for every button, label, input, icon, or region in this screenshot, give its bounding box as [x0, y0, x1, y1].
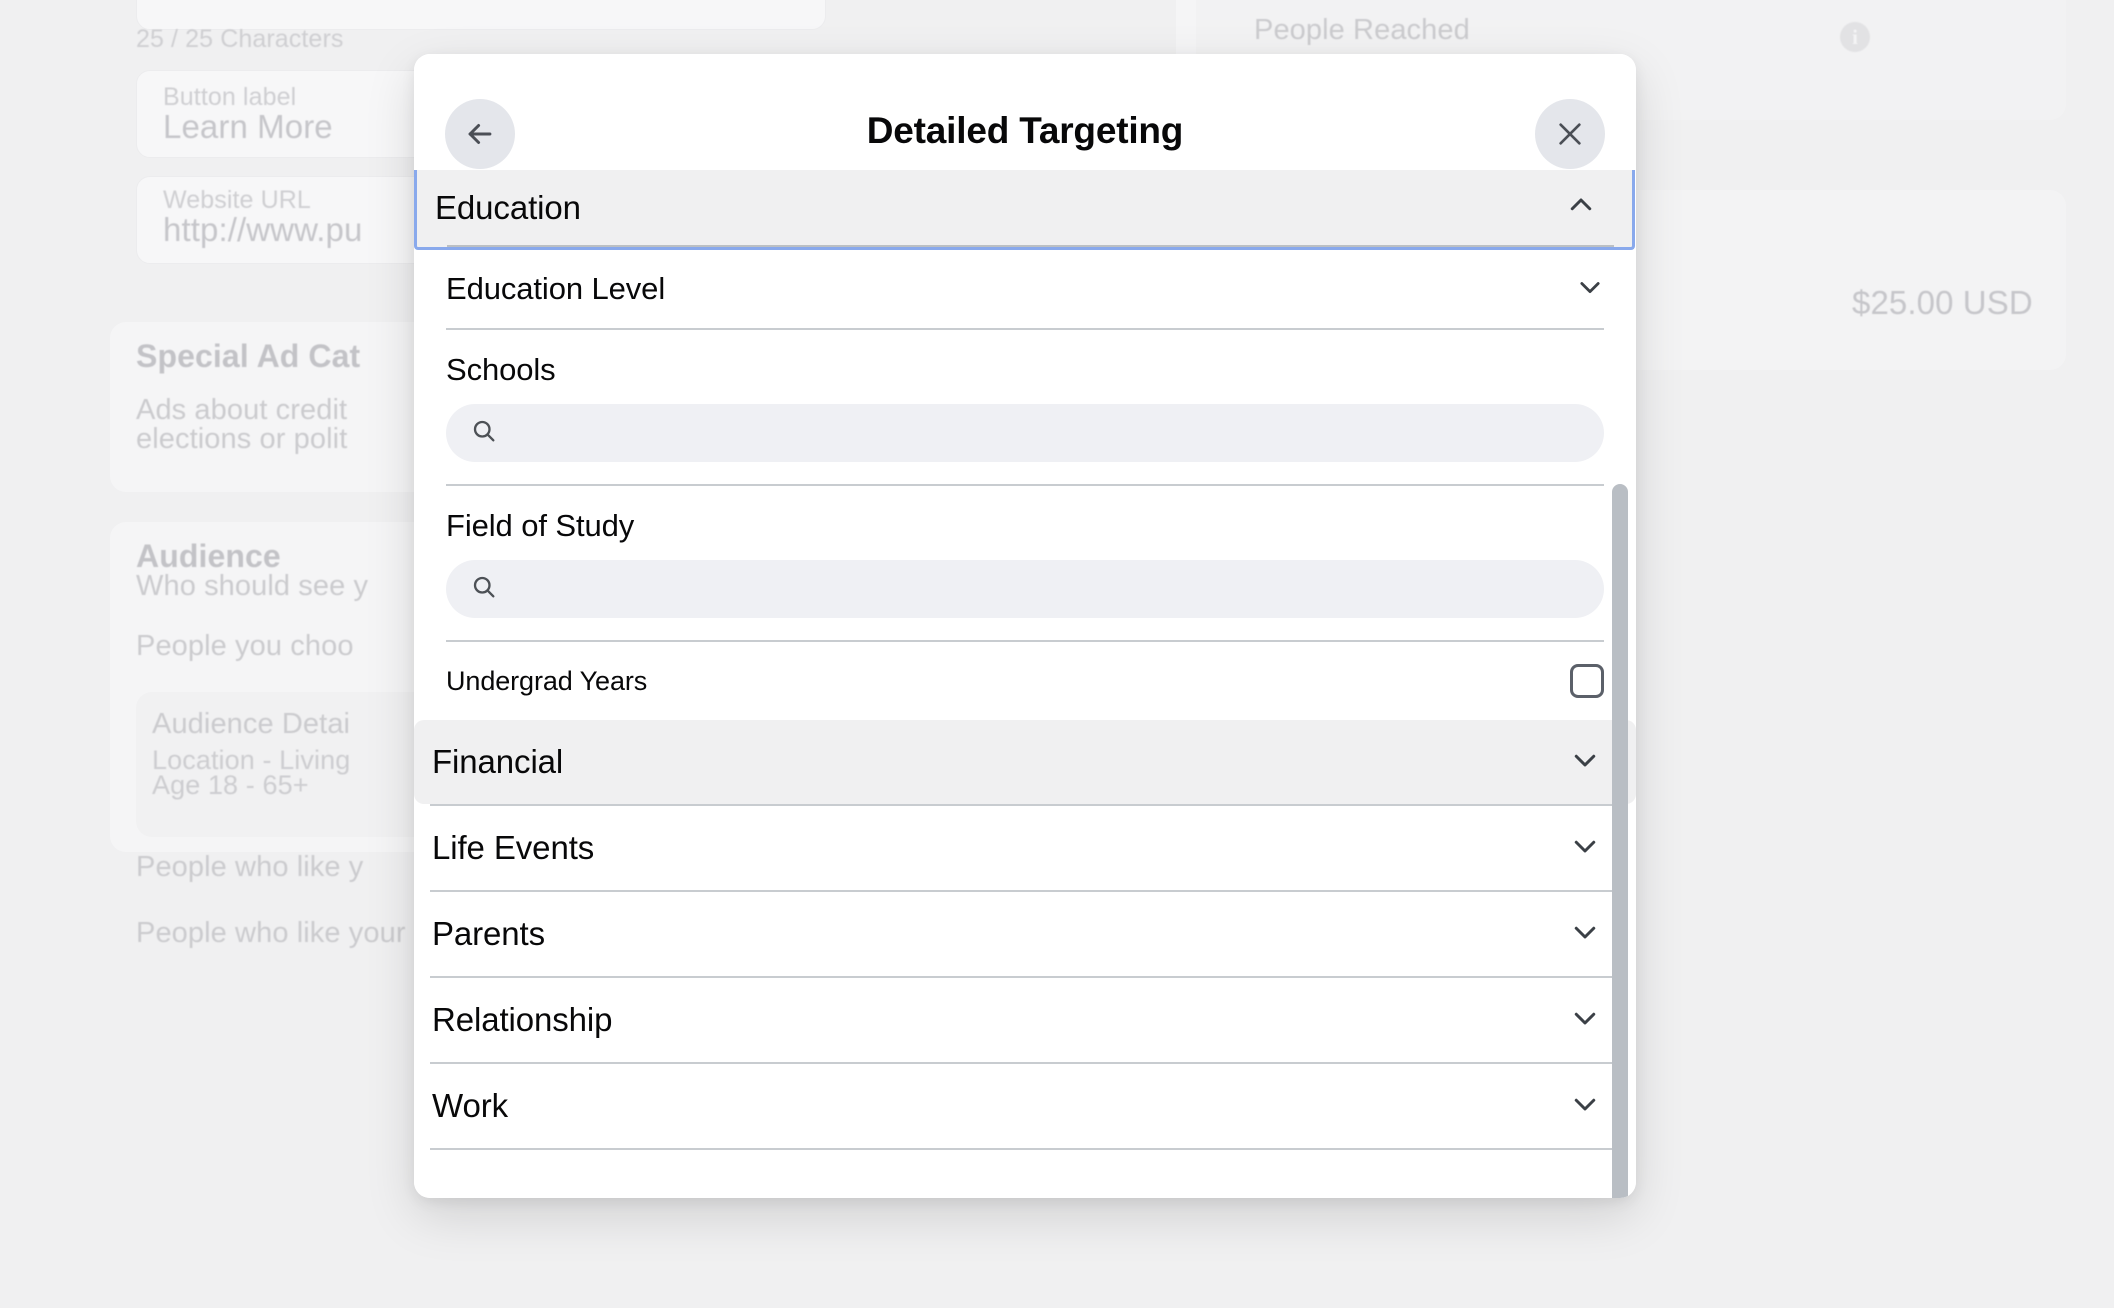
accordion-label-work: Work: [432, 1087, 508, 1124]
chevron-down-icon: [1570, 917, 1600, 952]
search-icon: [470, 417, 498, 450]
accordion-header-education[interactable]: Education: [417, 170, 1632, 245]
accordion-underline: [447, 245, 1614, 247]
schools-search-input[interactable]: [498, 417, 1580, 449]
accordion-label-life-events: Life Events: [432, 829, 595, 866]
chevron-down-icon: [1576, 273, 1604, 306]
chevron-down-icon: [1570, 831, 1600, 866]
audience-details-age: Age 18 - 65+: [152, 770, 309, 800]
subsection-label-education-level: Education Level: [446, 271, 666, 306]
button-label-value: Learn More: [163, 108, 333, 145]
field-of-study-search-input[interactable]: [498, 573, 1580, 605]
search-icon: [470, 573, 498, 606]
special-ad-category-title: Special Ad Cat: [136, 338, 361, 374]
education-panel: Education Level Schools Field of Study U…: [414, 250, 1636, 720]
row-undergrad-years[interactable]: Undergrad Years: [414, 642, 1636, 720]
accordion-label-education: Education: [435, 188, 581, 226]
accordion-header-parents[interactable]: Parents: [414, 892, 1636, 976]
audience-details-title: Audience Detai: [152, 708, 351, 740]
schools-search-box[interactable]: [446, 404, 1604, 462]
checkbox-undergrad-years[interactable]: [1570, 664, 1604, 698]
audience-option-page-likers: People who like y: [136, 851, 364, 883]
modal-title: Detailed Targeting: [866, 110, 1184, 151]
accordion-education-focused: Education: [414, 170, 1635, 250]
divider: [430, 1148, 1620, 1150]
character-counter: 25 / 25 Characters: [136, 25, 344, 53]
chevron-down-icon: [1570, 1003, 1600, 1038]
modal-header: Detailed Targeting: [414, 54, 1636, 170]
accordion-header-work[interactable]: Work: [414, 1064, 1636, 1148]
accordion-label-financial: Financial: [432, 743, 564, 780]
info-icon[interactable]: i: [1840, 22, 1870, 52]
vertical-scrollbar[interactable]: [1612, 484, 1628, 1198]
accordion-label-relationship: Relationship: [432, 1001, 613, 1038]
accordion-header-life-events[interactable]: Life Events: [414, 806, 1636, 890]
people-reached-label: People Reached: [1254, 14, 1470, 46]
field-of-study-search-box[interactable]: [446, 560, 1604, 618]
close-button[interactable]: [1535, 99, 1605, 169]
collapsed-sections-list: Financial Life Events Parents Relationsh…: [414, 720, 1636, 1150]
modal-scroll-region[interactable]: Education Education Level Schools Field …: [414, 170, 1636, 1198]
detailed-targeting-modal: Detailed Targeting Education Education L…: [414, 54, 1636, 1198]
chevron-down-icon: [1570, 745, 1600, 780]
chevron-down-icon: [1570, 1089, 1600, 1124]
label-undergrad-years: Undergrad Years: [446, 665, 648, 696]
field-label-schools: Schools: [446, 352, 556, 387]
website-url-value: http://www.pu: [163, 211, 363, 248]
accordion-header-relationship[interactable]: Relationship: [414, 978, 1636, 1062]
field-label-field-of-study: Field of Study: [446, 508, 635, 543]
audience-subtitle: Who should see y: [136, 570, 369, 602]
budget-amount: $25.00 USD: [1852, 284, 2033, 321]
audience-option: People you choo: [136, 630, 354, 662]
close-icon: [1554, 118, 1586, 150]
accordion-header-financial[interactable]: Financial: [414, 720, 1636, 804]
accordion-label-parents: Parents: [432, 915, 546, 952]
chevron-up-icon: [1566, 190, 1596, 225]
special-ad-category-line2: elections or polit: [136, 423, 348, 455]
subsection-education-level[interactable]: Education Level: [414, 250, 1636, 328]
